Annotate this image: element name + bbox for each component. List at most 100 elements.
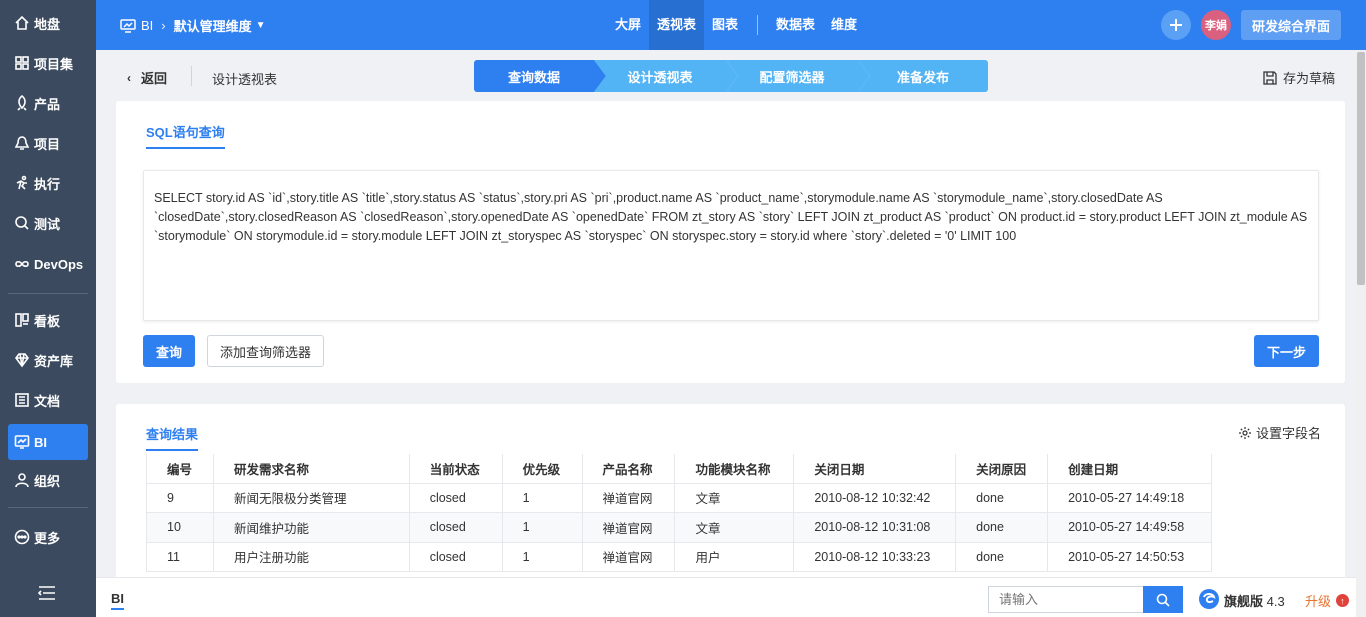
upgrade-label: 升级 [1305,594,1332,609]
sql-editor[interactable]: SELECT story.id AS `id`,story.title AS `… [143,170,1319,321]
sidebar-item-test[interactable]: 测试 [8,205,88,241]
sidebar-item-label: 项目集 [34,56,74,72]
page-title: 设计透视表 [212,72,278,87]
sidebar-item-program[interactable]: 项目集 [8,45,88,81]
save-draft-button[interactable]: 存为草稿 [1263,68,1335,87]
step-query-data[interactable]: 查询数据 [474,60,606,92]
edition-name: 旗舰版 [1224,594,1264,609]
column-header[interactable]: 研发需求名称 [212,454,410,484]
step-design-pivot[interactable]: 设计透视表 [594,60,738,92]
create-button[interactable] [1161,10,1191,40]
set-field-name-button[interactable]: 设置字段名 [1238,423,1321,442]
grid-icon [15,56,29,70]
sidebar-item-devops[interactable]: DevOps [8,246,88,282]
caret-down-icon[interactable]: ▼ [256,20,266,31]
app-name[interactable]: BI [141,18,153,33]
tab-sql-query[interactable]: SQL语句查询 [146,122,225,149]
sidebar-item-assets[interactable]: 资产库 [8,342,88,378]
table-cell: closed [408,482,503,513]
step-prepare-publish[interactable]: 准备发布 [858,60,988,92]
query-button[interactable]: 查询 [143,335,195,367]
column-header[interactable]: 当前状态 [408,454,503,484]
set-field-name-label: 设置字段名 [1256,426,1322,441]
footer-tab-bi[interactable]: BI [111,591,124,610]
table-cell: 11 [146,541,214,572]
nav-pivot[interactable]: 透视表 [649,0,705,50]
sidebar-item-label: 资产库 [34,353,74,369]
sidebar-item-bi[interactable]: BI [8,424,88,460]
table-cell: done [955,482,1049,513]
nav-screen[interactable]: 大屏 [615,0,641,50]
column-header[interactable]: 产品名称 [581,454,676,484]
table-cell: done [955,512,1049,543]
table-cell: 禅道官网 [581,512,676,543]
step-config-filter[interactable]: 配置筛选器 [726,60,870,92]
column-header[interactable]: 编号 [146,454,214,484]
column-header[interactable]: 关闭原因 [955,454,1049,484]
table-cell: 文章 [674,512,795,543]
sidebar-item-label: 地盘 [34,16,61,32]
subheader-divider [191,66,192,86]
sidebar-item-home[interactable]: 地盘 [8,5,88,41]
next-step-button[interactable]: 下一步 [1254,335,1319,367]
sidebar-item-label: BI [34,434,47,450]
avatar[interactable]: 李娟 [1201,10,1231,40]
tab-query-result[interactable]: 查询结果 [146,424,199,451]
table-cell: closed [408,512,503,543]
switch-interface-button[interactable]: 研发综合界面 [1241,10,1341,40]
project-selector[interactable]: 默认管理维度 [174,16,252,35]
table-cell: 2010-05-27 14:50:53 [1047,541,1212,572]
sidebar-divider [8,293,88,294]
gear-icon [1239,426,1251,439]
user-icon [15,473,29,488]
column-header[interactable]: 关闭日期 [793,454,957,484]
table-cell: 2010-08-12 10:33:23 [793,541,957,572]
sidebar-item-docs[interactable]: 文档 [8,382,88,418]
sidebar-item-kanban[interactable]: 看板 [8,302,88,338]
nav-chart[interactable]: 图表 [712,0,738,50]
table-cell: 用户注册功能 [212,541,410,572]
sidebar-item-more[interactable]: 更多 [8,519,88,555]
home-icon [15,15,29,30]
sidebar-item-org[interactable]: 组织 [8,462,88,498]
sidebar-item-label: 项目 [34,136,61,152]
scrollbar-thumb[interactable] [1357,52,1365,285]
sidebar-item-label: DevOps [34,256,84,272]
sidebar-item-product[interactable]: 产品 [8,85,88,121]
test-icon [15,216,29,230]
table-cell: 1 [501,512,583,543]
search-button[interactable] [1143,586,1183,613]
table-cell: 禅道官网 [581,541,676,572]
monitor-icon [120,18,136,33]
nav-datatable[interactable]: 数据表 [776,0,815,50]
table-cell: 1 [501,541,583,572]
column-header[interactable]: 功能模块名称 [674,454,795,484]
table-cell: 禅道官网 [581,482,676,513]
table-cell: 2010-05-27 14:49:58 [1047,512,1212,543]
sidebar-item-project[interactable]: 项目 [8,125,88,161]
column-header[interactable]: 优先级 [501,454,583,484]
table-cell: 10 [146,512,214,543]
menu-collapse-icon[interactable] [38,585,56,601]
doc-icon [15,393,29,407]
table-row: 10 新闻维护功能 closed 1 禅道官网 文章 2010-08-12 10… [146,512,1212,543]
table-header: 编号 研发需求名称 当前状态 优先级 产品名称 功能模块名称 关闭日期 关闭原因… [146,454,1212,484]
search-input[interactable] [988,586,1143,613]
breadcrumb: BI › 默认管理维度 ▼ [120,16,266,35]
nav-dimension[interactable]: 维度 [831,0,857,50]
table-row: 11 用户注册功能 closed 1 禅道官网 用户 2010-08-12 10… [146,541,1212,572]
back-button[interactable]: ‹ 返回 [127,68,167,87]
nav-divider [757,15,758,35]
infinity-icon [15,260,29,268]
add-filter-button[interactable]: 添加查询筛选器 [207,335,324,367]
table-row: 9 新闻无限极分类管理 closed 1 禅道官网 文章 2010-08-12 … [146,482,1212,513]
upgrade-link[interactable]: 升级 ↑ [1305,591,1350,610]
search-icon [1156,593,1170,607]
sidebar-item-label: 执行 [34,176,61,192]
chevron-right-icon: › [161,18,166,33]
sidebar-item-execution[interactable]: 执行 [8,165,88,201]
sidebar-item-label: 组织 [34,473,61,489]
table-cell: 新闻维护功能 [212,512,410,543]
result-table: 编号 研发需求名称 当前状态 优先级 产品名称 功能模块名称 关闭日期 关闭原因… [146,454,1212,572]
column-header[interactable]: 创建日期 [1047,454,1212,484]
